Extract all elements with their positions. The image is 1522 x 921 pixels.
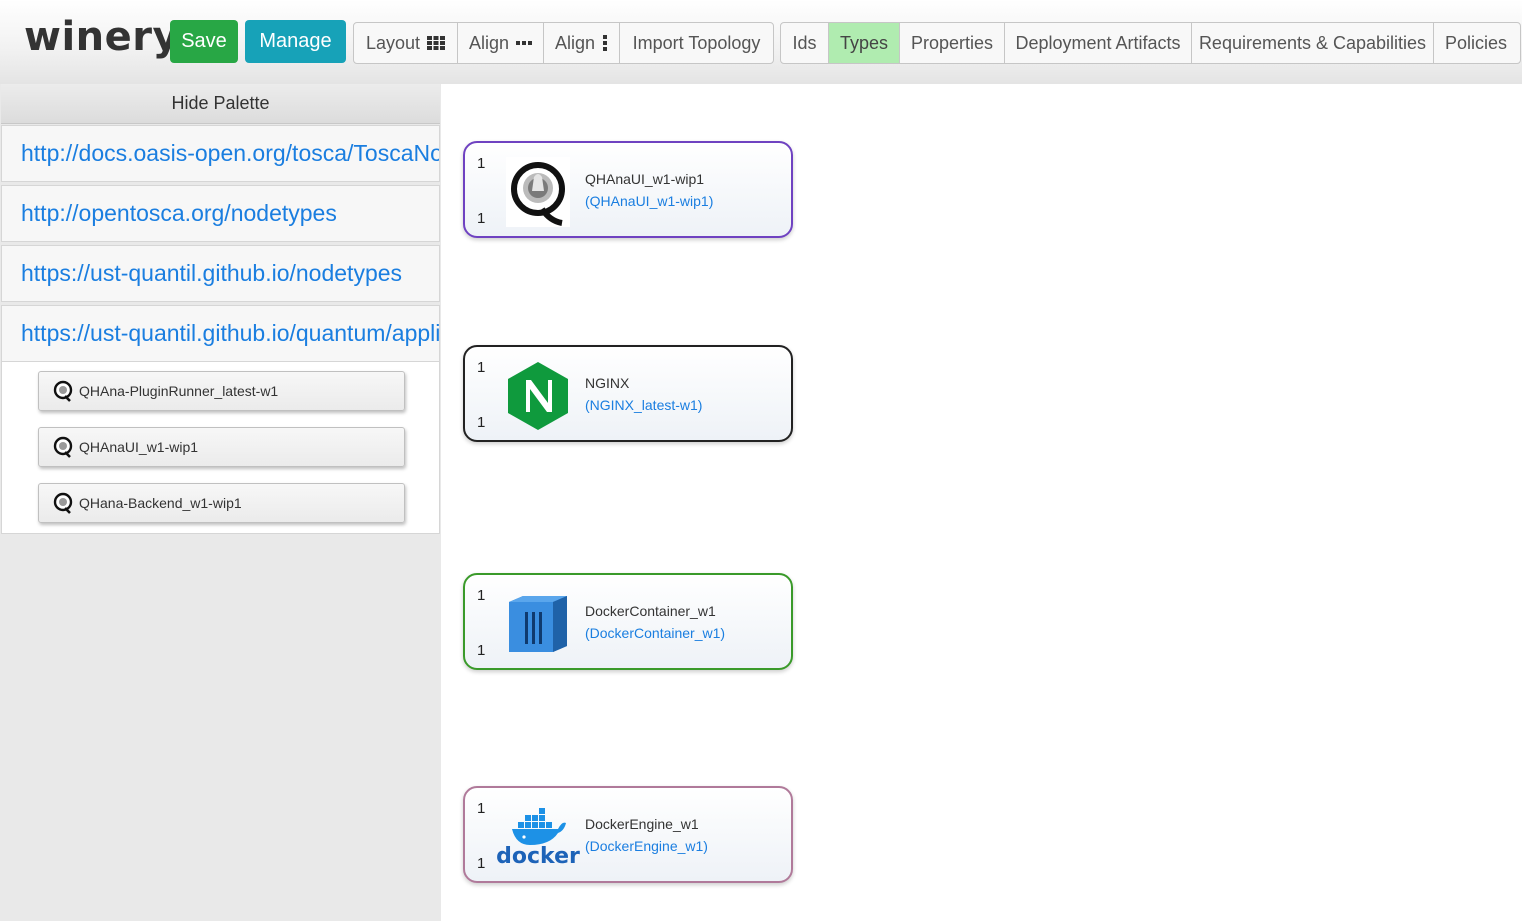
align-horizontal-label: Align (468, 32, 510, 53)
align-horizontal-button[interactable]: Align (458, 23, 544, 63)
node-name: NGINX (585, 375, 630, 391)
horizontal-dots-icon (516, 40, 533, 46)
max-instances: 1 (477, 210, 486, 227)
palette-node-type[interactable]: QHAna-PluginRunner_latest-w1 (38, 371, 405, 411)
node-name: DockerContainer_w1 (585, 603, 716, 619)
deployment-artifacts-toggle[interactable]: Deployment Artifacts (1005, 23, 1192, 63)
ids-toggle[interactable]: Ids (781, 23, 829, 63)
qhana-logo-icon (53, 492, 73, 514)
qhana-logo-icon (53, 436, 73, 458)
palette-node-type-label: QHAna-PluginRunner_latest-w1 (79, 383, 279, 399)
node-type-link[interactable]: (DockerEngine_w1) (585, 838, 708, 854)
max-instances: 1 (477, 855, 486, 872)
namespace-item-expanded[interactable]: https://ust-quantil.github.io/quantum/ap… (1, 305, 440, 362)
namespace-item[interactable]: https://ust-quantil.github.io/nodetypes (1, 245, 440, 302)
view-toggle-group: Ids Types Properties Deployment Artifact… (780, 22, 1521, 64)
layout-button-label: Layout (365, 32, 421, 53)
qhana-logo-icon (53, 380, 73, 402)
app-logo: winery (24, 14, 180, 60)
grid-icon (427, 36, 446, 50)
policies-toggle[interactable]: Policies (1434, 23, 1518, 63)
hide-palette-button[interactable]: Hide Palette (1, 84, 440, 124)
node-name: DockerEngine_w1 (585, 816, 699, 832)
import-topology-button[interactable]: Import Topology (620, 23, 773, 63)
manage-button[interactable]: Manage (245, 20, 346, 63)
node-template[interactable]: 1 1 docker DockerEngine_w1 (DockerEngine… (463, 786, 793, 883)
align-vertical-button[interactable]: Align (544, 23, 620, 63)
layout-button[interactable]: Layout (354, 23, 458, 63)
palette-node-type[interactable]: QHAnaUI_w1-wip1 (38, 427, 405, 467)
min-instances: 1 (477, 155, 486, 172)
node-name: QHAnaUI_w1-wip1 (585, 171, 705, 187)
max-instances: 1 (477, 414, 486, 431)
node-type-link[interactable]: (NGINX_latest-w1) (585, 397, 702, 413)
docker-logo-text: docker (496, 844, 580, 869)
align-vertical-label: Align (554, 32, 596, 53)
node-template[interactable]: 1 1 NGINX (NGINX_latest-w1) (463, 345, 793, 442)
namespace-item[interactable]: http://docs.oasis-open.org/tosca/ToscaNo… (1, 125, 440, 182)
vertical-dots-icon (602, 35, 608, 51)
topology-canvas[interactable]: 1 1 QHAnaUI_w1-wip1 (QHAnaUI_w1-wip1) 1 … (441, 84, 1522, 921)
docker-logo-icon: docker (496, 802, 580, 872)
palette-node-type-label: QHana-Backend_w1-wip1 (79, 495, 242, 511)
palette-node-type[interactable]: QHana-Backend_w1-wip1 (38, 483, 405, 523)
requirements-capabilities-toggle[interactable]: Requirements & Capabilities (1192, 23, 1434, 63)
node-template[interactable]: 1 1 QHAnaUI_w1-wip1 (QHAnaUI_w1-wip1) (463, 141, 793, 238)
namespace-item[interactable]: http://opentosca.org/nodetypes (1, 185, 440, 242)
nginx-logo-icon (505, 361, 571, 431)
node-template[interactable]: 1 1 DockerContainer_w1 (DockerContainer_… (463, 573, 793, 670)
max-instances: 1 (477, 642, 486, 659)
types-toggle[interactable]: Types (829, 23, 900, 63)
namespace-node-type-list: QHAna-PluginRunner_latest-w1 QHAnaUI_w1-… (1, 362, 440, 534)
qhana-logo-icon (505, 157, 571, 227)
layout-button-group: Layout Align Align Import Topology (353, 22, 774, 64)
properties-toggle[interactable]: Properties (900, 23, 1005, 63)
container-icon (505, 589, 571, 659)
min-instances: 1 (477, 800, 486, 817)
node-type-link[interactable]: (DockerContainer_w1) (585, 625, 725, 641)
palette-node-type-label: QHAnaUI_w1-wip1 (79, 439, 199, 455)
node-type-palette: Hide Palette http://docs.oasis-open.org/… (0, 84, 441, 921)
min-instances: 1 (477, 587, 486, 604)
save-button[interactable]: Save (170, 20, 238, 63)
min-instances: 1 (477, 359, 486, 376)
top-toolbar: winery Save Manage Layout Align Align Im… (0, 0, 1522, 84)
node-type-link[interactable]: (QHAnaUI_w1-wip1) (585, 193, 713, 209)
